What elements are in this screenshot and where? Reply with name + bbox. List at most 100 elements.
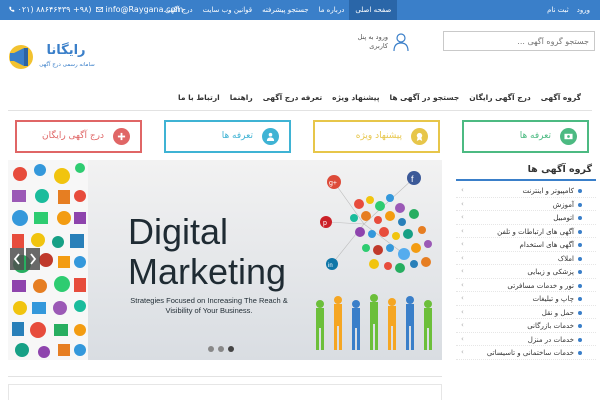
user-icon — [393, 33, 409, 52]
bullet-icon — [578, 310, 582, 315]
category-item[interactable]: ‹ املاک — [456, 252, 596, 265]
category-item[interactable]: ‹ پزشکی و زیبایی — [456, 265, 596, 279]
nav-ad-groups[interactable]: گروه آگهی — [536, 93, 586, 102]
category-label: تور و خدمات مسافرتی — [507, 281, 574, 290]
chevron-left-icon: ‹ — [461, 294, 464, 302]
bullet-icon — [578, 229, 582, 234]
menu-about[interactable]: درباره ما — [314, 6, 350, 14]
category-item[interactable]: ‹ چاپ و تبلیغات — [456, 292, 596, 306]
bullet-icon — [578, 351, 582, 355]
bullet-icon — [578, 324, 582, 328]
free-ad-button-label: درج آگهی رایگان — [42, 131, 104, 141]
category-item[interactable]: ‹ کامپیوتر و اینترنت — [456, 184, 596, 198]
chevron-left-icon: ‹ — [461, 213, 464, 221]
bullet-icon — [578, 202, 582, 207]
category-label: خدمات در منزل — [527, 335, 574, 344]
chevron-left-icon: ‹ — [461, 321, 464, 329]
chevron-left-icon: ‹ — [461, 226, 464, 235]
category-item[interactable]: ‹ خدمات در منزل — [456, 333, 596, 346]
tariffs-button-2[interactable]: تعرفه ها — [164, 120, 291, 153]
category-item[interactable]: ‹ حمل و نقل — [456, 306, 596, 319]
chevron-left-icon: ‹ — [461, 307, 464, 316]
svg-text:g+: g+ — [329, 180, 337, 187]
special-offer-button-label: پیشنهاد ویژه — [355, 131, 402, 141]
nav-help[interactable]: راهنما — [225, 93, 258, 102]
social-network-illustration: f g+ p in — [316, 171, 432, 350]
slide-title-line1: Digital — [128, 211, 229, 252]
category-label: خدمات بازرگانی — [527, 322, 574, 330]
ad-groups-sidebar: گروه آگهی ها ‹ کامپیوتر و اینترنت ‹ آموزش ‹ ا… — [456, 160, 596, 400]
category-item[interactable]: ‹ خدمات ساختمانی و تاسیساتی — [456, 346, 596, 360]
bullet-icon — [578, 256, 582, 261]
register-link[interactable]: ثبت نام — [543, 6, 573, 14]
category-item[interactable]: ‹ اتومبیل — [456, 211, 596, 225]
bullet-icon — [578, 243, 582, 247]
slider-prev-button[interactable] — [10, 248, 24, 270]
bullet-icon — [578, 216, 582, 220]
chevron-left-icon: ‹ — [461, 334, 464, 343]
phone-number: ۰۲۱) ۸۸۶۴۶۴۳۹ +۹۸) — [6, 5, 91, 14]
nav-special-offer[interactable]: پیشنهاد ویژه — [327, 93, 384, 102]
category-item[interactable]: ‹ آموزش — [456, 198, 596, 211]
logo-name: رایگانا — [46, 43, 86, 58]
bullet-icon — [578, 283, 582, 288]
category-item[interactable]: ‹ آگهی های ارتباطات و تلفن — [456, 225, 596, 238]
category-label: آموزش — [552, 200, 574, 209]
slide-title-line2: Marketing — [128, 251, 287, 292]
main-nav: گروه آگهی درج آگهی رایگان جستجو در آگهی … — [178, 88, 590, 106]
category-item[interactable]: ‹ آگهی های استخدام — [456, 238, 596, 252]
tariffs-button[interactable]: تعرفه ها — [462, 120, 589, 153]
nav-tariff[interactable]: تعرفه درج آگهی — [258, 93, 327, 102]
chevron-left-icon: ‹ — [461, 280, 464, 289]
slide-dot-1[interactable] — [208, 346, 214, 352]
site-logo[interactable]: رایگانا سامانه رسمی درج آگهی — [8, 42, 103, 76]
plus-icon — [113, 128, 130, 145]
auth-links: ورود ثبت نام — [543, 0, 594, 20]
category-label: املاک — [557, 254, 574, 263]
category-label: آگهی های ارتباطات و تلفن — [497, 227, 574, 236]
bullet-icon — [578, 297, 582, 301]
bullet-icon — [578, 189, 582, 193]
slide-dot-3[interactable] — [228, 346, 234, 352]
category-label: خدمات ساختمانی و تاسیساتی — [486, 349, 574, 357]
phone-text: ۰۲۱) ۸۸۶۴۶۴۳۹ +۹۸) — [17, 5, 92, 14]
chevron-left-icon: ‹ — [461, 186, 464, 194]
tariffs-button-2-label: تعرفه ها — [221, 131, 253, 141]
sidebar-title-underline — [456, 179, 596, 181]
nav-search-ads[interactable]: جستجو در آگهی ها — [385, 93, 465, 102]
bullet-icon — [578, 270, 582, 274]
tariffs-button-label: تعرفه ها — [519, 131, 551, 141]
menu-home[interactable]: صفحه اصلی — [349, 0, 398, 20]
login-panel-link[interactable]: ورود به پنل کاربری — [340, 32, 414, 52]
medal-icon — [411, 128, 428, 145]
login-link[interactable]: ورود — [573, 6, 594, 14]
free-ad-button[interactable]: درج آگهی رایگان — [15, 120, 142, 153]
search-input[interactable] — [444, 32, 594, 50]
content-box — [8, 384, 442, 400]
nav-contact[interactable]: ارتباط با ما — [173, 93, 225, 102]
chevron-left-icon: ‹ — [461, 267, 464, 275]
bullet-icon — [578, 337, 582, 342]
slider-next-button[interactable] — [26, 248, 40, 270]
slide-dot-2[interactable] — [218, 346, 224, 352]
mail-icon — [96, 7, 103, 12]
nav-free-ad[interactable]: درج آگهی رایگان — [464, 93, 536, 102]
svg-text:in: in — [328, 263, 333, 269]
phone-icon — [9, 6, 15, 12]
slide-subtitle: Strategies Focused on Increasing The Rea… — [130, 296, 288, 315]
category-label: کامپیوتر و اینترنت — [522, 187, 575, 195]
chevron-left-icon — [13, 253, 20, 265]
category-label: آگهی های استخدام — [519, 241, 575, 249]
users-icon — [262, 128, 279, 145]
category-list: ‹ کامپیوتر و اینترنت ‹ آموزش ‹ اتومبیل ‹ آگهی ه… — [456, 184, 596, 360]
menu-post-ad[interactable]: درج آگهی — [160, 6, 198, 14]
megaphone-icon — [9, 45, 33, 69]
category-item[interactable]: ‹ تور و خدمات مسافرتی — [456, 279, 596, 292]
special-offer-button[interactable]: پیشنهاد ویژه — [313, 120, 440, 153]
category-item[interactable]: ‹ خدمات بازرگانی — [456, 319, 596, 333]
hero-slider: Digital Marketing Strategies Focused on … — [8, 160, 442, 360]
category-label: حمل و نقل — [541, 308, 574, 317]
menu-rules[interactable]: قوانین وب سایت — [198, 6, 258, 14]
menu-advanced-search[interactable]: جستجو پیشرفته — [257, 6, 313, 14]
chevron-left-icon: ‹ — [461, 240, 464, 248]
